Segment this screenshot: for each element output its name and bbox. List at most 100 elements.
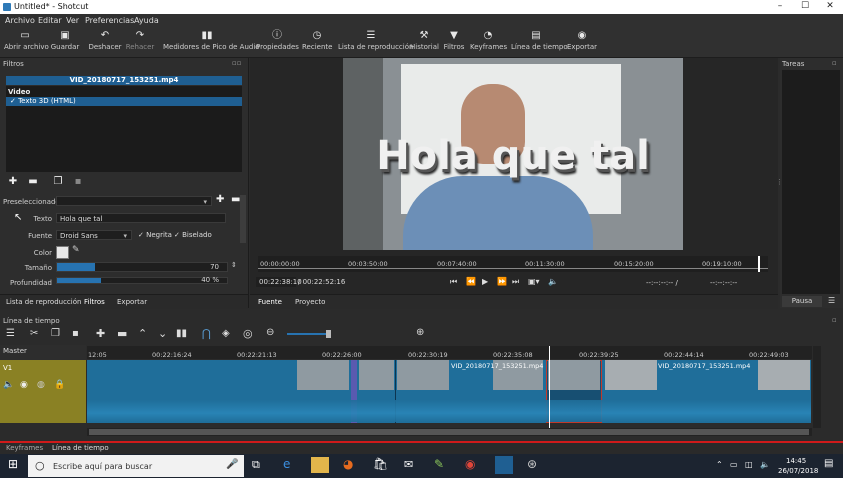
tab-project[interactable]: Proyecto [295, 298, 325, 306]
add-filter-button[interactable]: ✚ [6, 176, 20, 188]
save-preset-button[interactable]: ✚ [216, 194, 224, 205]
delete-preset-button[interactable]: ▬ [231, 194, 240, 205]
remove-icon[interactable]: ▬ [117, 327, 127, 340]
zoom-in-icon[interactable]: ⊕ [416, 327, 424, 338]
microphone-icon[interactable]: 🎤 [226, 459, 238, 470]
size-spin-icon[interactable]: ⇕ [231, 261, 237, 269]
timeline-float-icon[interactable]: ▫ [832, 316, 837, 324]
chrome-icon[interactable]: ◉ [465, 457, 475, 471]
volume-icon[interactable]: 🔈 [548, 277, 558, 286]
size-slider[interactable]: 70 [56, 262, 228, 272]
redo-button[interactable]: ↷ Rehacer [125, 29, 155, 55]
filters-button[interactable]: ▼ Filtros [442, 29, 466, 55]
firefox-icon[interactable]: ◕ [343, 457, 353, 471]
tab-keyframes[interactable]: Keyframes [6, 444, 43, 452]
store-icon[interactable]: 🛍 [373, 457, 388, 471]
bold-checkbox[interactable]: ✓ Negrita [138, 231, 172, 239]
ripple-icon[interactable]: ◎ [243, 327, 253, 340]
undo-button[interactable]: ↶ Deshacer [88, 29, 122, 55]
paste-icon[interactable]: ▪ [72, 328, 79, 339]
player-ruler[interactable]: 00:00:00:00 00:03:50:00 00:07:40:00 00:1… [258, 256, 768, 272]
tab-source[interactable]: Fuente [258, 298, 282, 306]
notifications-icon[interactable]: ▤ [824, 458, 833, 469]
timeline-vscrollbar[interactable] [813, 346, 821, 428]
timeline-scroll-thumb[interactable] [89, 429, 809, 435]
timeline-menu-icon[interactable]: ☰ [6, 328, 15, 339]
panel-float-icon[interactable]: ▫▫ [232, 59, 242, 67]
append-icon[interactable]: ✚ [96, 327, 105, 340]
current-time-field[interactable]: 00:22:38:10 [256, 277, 302, 287]
history-button[interactable]: ⚒ Historial [410, 29, 439, 55]
tray-volume-icon[interactable]: 🔈 [760, 460, 770, 469]
menu-editar[interactable]: Editar [38, 16, 62, 25]
preset-dropdown[interactable]: ▾ [56, 196, 212, 206]
close-button[interactable]: ✕ [818, 0, 842, 14]
zoom-fit-icon[interactable]: ▣▾ [528, 277, 540, 286]
text-input[interactable]: Hola que tal [56, 213, 226, 223]
tab-timeline[interactable]: Línea de tiempo [52, 444, 109, 452]
mute-icon[interactable]: 🔈 [3, 380, 14, 390]
app-icon[interactable]: ✎ [434, 457, 444, 471]
mail-icon[interactable]: ✉ [404, 458, 413, 471]
properties-button[interactable]: ⓘ Propiedades [256, 29, 299, 55]
remove-filter-button[interactable]: ▬ [26, 176, 40, 188]
scrub-icon[interactable]: ◈ [222, 328, 230, 339]
skip-previous-icon[interactable]: ⏮ [450, 277, 457, 287]
tab-playlist[interactable]: Lista de reproducción [6, 298, 81, 306]
timeline-playhead[interactable] [549, 346, 550, 430]
zoom-slider-handle[interactable] [326, 330, 331, 338]
filters-scrollbar[interactable] [240, 195, 246, 243]
track-v1-header[interactable] [0, 360, 86, 423]
menu-archivo[interactable]: Archivo [5, 16, 35, 25]
overwrite-icon[interactable]: ⌄ [158, 327, 167, 340]
tab-export[interactable]: Exportar [117, 298, 147, 306]
playlist-button[interactable]: ☰ Lista de reproducción [338, 29, 413, 55]
eyedropper-icon[interactable]: ✎ [72, 245, 80, 255]
font-dropdown[interactable]: Droid Sans ▾ [56, 230, 132, 240]
minimize-button[interactable]: – [768, 0, 792, 14]
edge-browser-icon[interactable]: e [283, 457, 290, 471]
paste-filter-button[interactable]: ▪ [71, 176, 85, 188]
bevel-checkbox[interactable]: ✓ Biselado [174, 231, 212, 239]
keyframes-button[interactable]: ◔ Keyframes [470, 29, 507, 55]
maximize-button[interactable]: ☐ [793, 0, 817, 14]
playhead-marker[interactable] [758, 256, 760, 272]
menu-ayuda[interactable]: Ayuda [134, 16, 159, 25]
shotcut-taskbar-icon[interactable] [495, 456, 513, 474]
color-swatch[interactable] [56, 246, 69, 259]
audio-meters-button[interactable]: ▮▮ Medidores de Pico de Audio [163, 29, 260, 55]
visibility-eye-icon[interactable]: ◉ [20, 380, 28, 390]
copy-icon[interactable]: ❐ [51, 328, 60, 339]
windows-start-icon[interactable]: ⊞ [8, 457, 18, 471]
zoom-out-icon[interactable]: ⊖ [266, 327, 274, 338]
in-point-field[interactable]: --:--:--:-- / [646, 279, 678, 287]
zoom-slider[interactable] [287, 333, 331, 335]
composite-icon[interactable]: ◍ [37, 380, 45, 390]
lock-icon[interactable]: 🔒 [54, 380, 65, 390]
cut-icon[interactable]: ✂ [30, 328, 38, 339]
recent-button[interactable]: ◷ Reciente [302, 29, 332, 55]
save-button[interactable]: ▣ Guardar [50, 29, 80, 55]
timeline-button[interactable]: ▤ Línea de tiempo [511, 29, 568, 55]
play-icon[interactable]: ▶ [482, 277, 488, 286]
task-view-icon[interactable]: ⧉ [252, 458, 260, 472]
tasks-menu-icon[interactable]: ☰ [828, 296, 835, 305]
out-point-field[interactable]: --:--:--:-- [710, 279, 737, 287]
pause-button[interactable]: Pausa [782, 296, 822, 307]
fast-forward-icon[interactable]: ⏩ [497, 277, 507, 286]
skip-next-icon[interactable]: ⏭ [512, 277, 519, 287]
tray-chevron-icon[interactable]: ⌃ [716, 460, 723, 469]
tab-filters[interactable]: Filtros [84, 298, 105, 306]
tray-network-icon[interactable]: ◫ [745, 460, 753, 469]
app-icon[interactable]: ⊛ [527, 457, 537, 471]
copy-filter-button[interactable]: ❐ [51, 176, 65, 188]
menu-preferencias[interactable]: Preferencias [85, 16, 134, 25]
open-file-button[interactable]: ▭ Abrir archivo [4, 29, 49, 55]
video-preview[interactable]: Hola que tal [343, 58, 683, 250]
snap-icon[interactable]: ⋂ [202, 327, 211, 340]
tray-battery-icon[interactable]: ▭ [730, 460, 738, 469]
file-explorer-icon[interactable] [311, 457, 329, 473]
split-icon[interactable]: ▮▮ [176, 328, 187, 339]
tasks-float-icon[interactable]: ▫ [832, 59, 837, 67]
lift-icon[interactable]: ⌃ [138, 327, 147, 340]
